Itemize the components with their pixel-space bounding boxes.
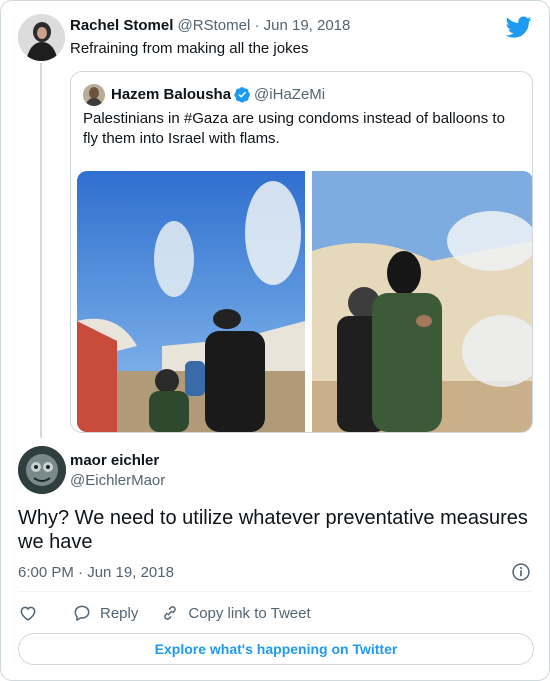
- reply-button[interactable]: Reply: [72, 603, 138, 623]
- quoted-photo-right[interactable]: [312, 171, 532, 432]
- copy-link-label: Copy link to Tweet: [188, 604, 311, 622]
- reply-icon: [74, 605, 90, 621]
- parent-tweet-text: Refraining from making all the jokes: [70, 40, 309, 57]
- twitter-bird-icon[interactable]: [506, 14, 532, 40]
- explore-button[interactable]: Explore what's happening on Twitter: [18, 633, 534, 665]
- parent-header: Rachel Stomel @RStomel · Jun 19, 2018: [70, 17, 350, 34]
- parent-handle-date[interactable]: @RStomel · Jun 19, 2018: [178, 17, 351, 34]
- divider: [18, 591, 532, 592]
- reply-timestamp[interactable]: 6:00 PM · Jun 19, 2018: [18, 564, 174, 581]
- quoted-avatar: [83, 84, 105, 106]
- quoted-tweet-text: Palestinians in #Gaza are using condoms …: [83, 110, 505, 147]
- link-icon: [164, 606, 177, 620]
- tweet-embed-card: Rachel Stomel @RStomel · Jun 19, 2018 Re…: [0, 0, 550, 681]
- like-button[interactable]: [18, 603, 38, 623]
- copy-link-button[interactable]: Copy link to Tweet: [160, 603, 311, 623]
- thread-line: [40, 63, 42, 438]
- quoted-photo-left[interactable]: [77, 171, 305, 432]
- parent-avatar[interactable]: [18, 14, 65, 61]
- action-bar: Reply Copy link to Tweet: [18, 601, 333, 625]
- quoted-handle: @iHaZeMi: [254, 86, 326, 103]
- reply-tweet-text: Why? We need to utilize whatever prevent…: [18, 507, 528, 553]
- reply-author-handle[interactable]: @EichlerMaor: [70, 472, 165, 489]
- quoted-tweet[interactable]: Hazem Balousha @iHaZeMi Palestinians in …: [70, 71, 533, 433]
- heart-icon: [20, 606, 36, 621]
- reply-label: Reply: [100, 604, 139, 622]
- quoted-header: Hazem Balousha @iHaZeMi: [111, 86, 325, 103]
- reply-avatar[interactable]: [18, 446, 66, 494]
- reply-author-name[interactable]: maor eichler: [70, 452, 159, 469]
- verified-badge-icon: [234, 87, 250, 103]
- quoted-author-name: Hazem Balousha: [111, 86, 232, 103]
- parent-author-name[interactable]: Rachel Stomel: [70, 17, 173, 34]
- info-icon[interactable]: [511, 562, 531, 582]
